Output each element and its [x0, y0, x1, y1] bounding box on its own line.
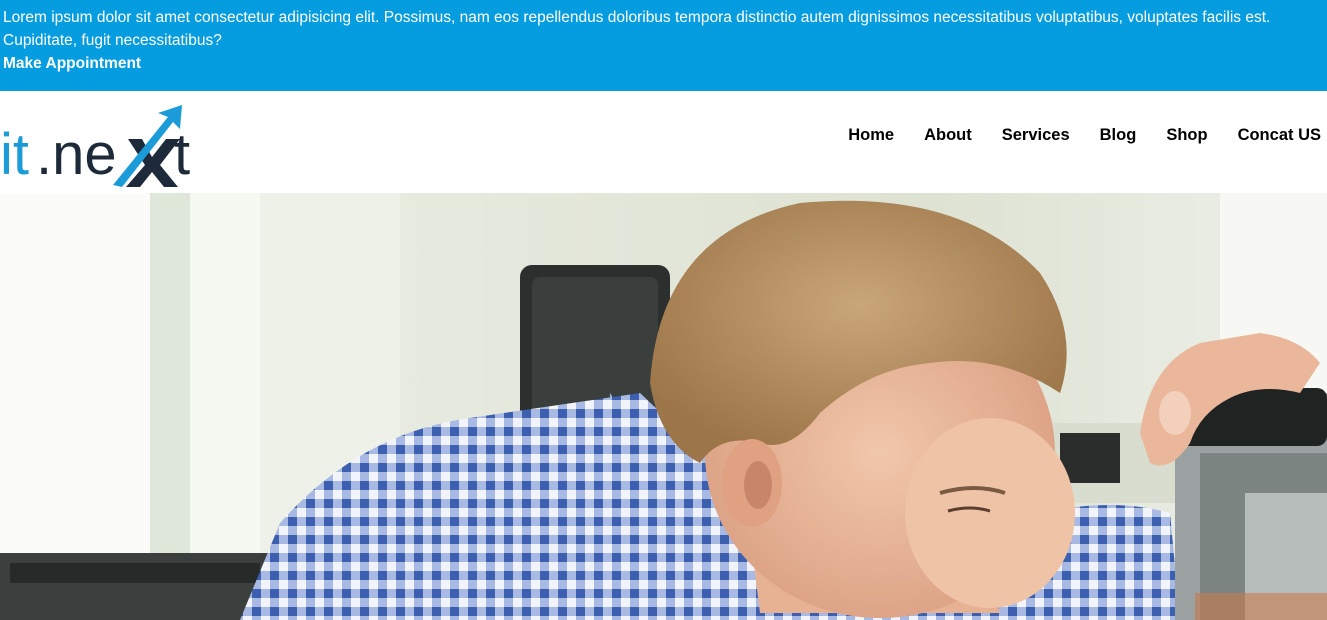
- site-logo[interactable]: it .ne t: [0, 99, 206, 187]
- main-nav: Home About Services Blog Shop Concat US: [818, 124, 1321, 146]
- hero-photo: [0, 193, 1327, 620]
- site-header: it .ne t Home About Services Blog Shop C…: [0, 91, 1327, 193]
- nav-services[interactable]: Services: [1002, 124, 1070, 146]
- nav-home[interactable]: Home: [848, 124, 894, 146]
- nav-blog[interactable]: Blog: [1100, 124, 1137, 146]
- logo-t-text: t: [174, 122, 190, 187]
- logo-it-text: it: [0, 122, 29, 187]
- nav-contact[interactable]: Concat US: [1238, 124, 1321, 146]
- make-appointment-link[interactable]: Make Appointment: [3, 52, 141, 75]
- logo-ne-text: .ne: [36, 122, 117, 187]
- nav-about[interactable]: About: [924, 124, 972, 146]
- announcement-bar: Lorem ipsum dolor sit amet consectetur a…: [0, 0, 1327, 91]
- nav-shop[interactable]: Shop: [1166, 124, 1207, 146]
- logo-icon: it .ne t: [0, 105, 190, 187]
- announcement-text: Lorem ipsum dolor sit amet consectetur a…: [3, 9, 1271, 49]
- hero-image: [0, 193, 1327, 620]
